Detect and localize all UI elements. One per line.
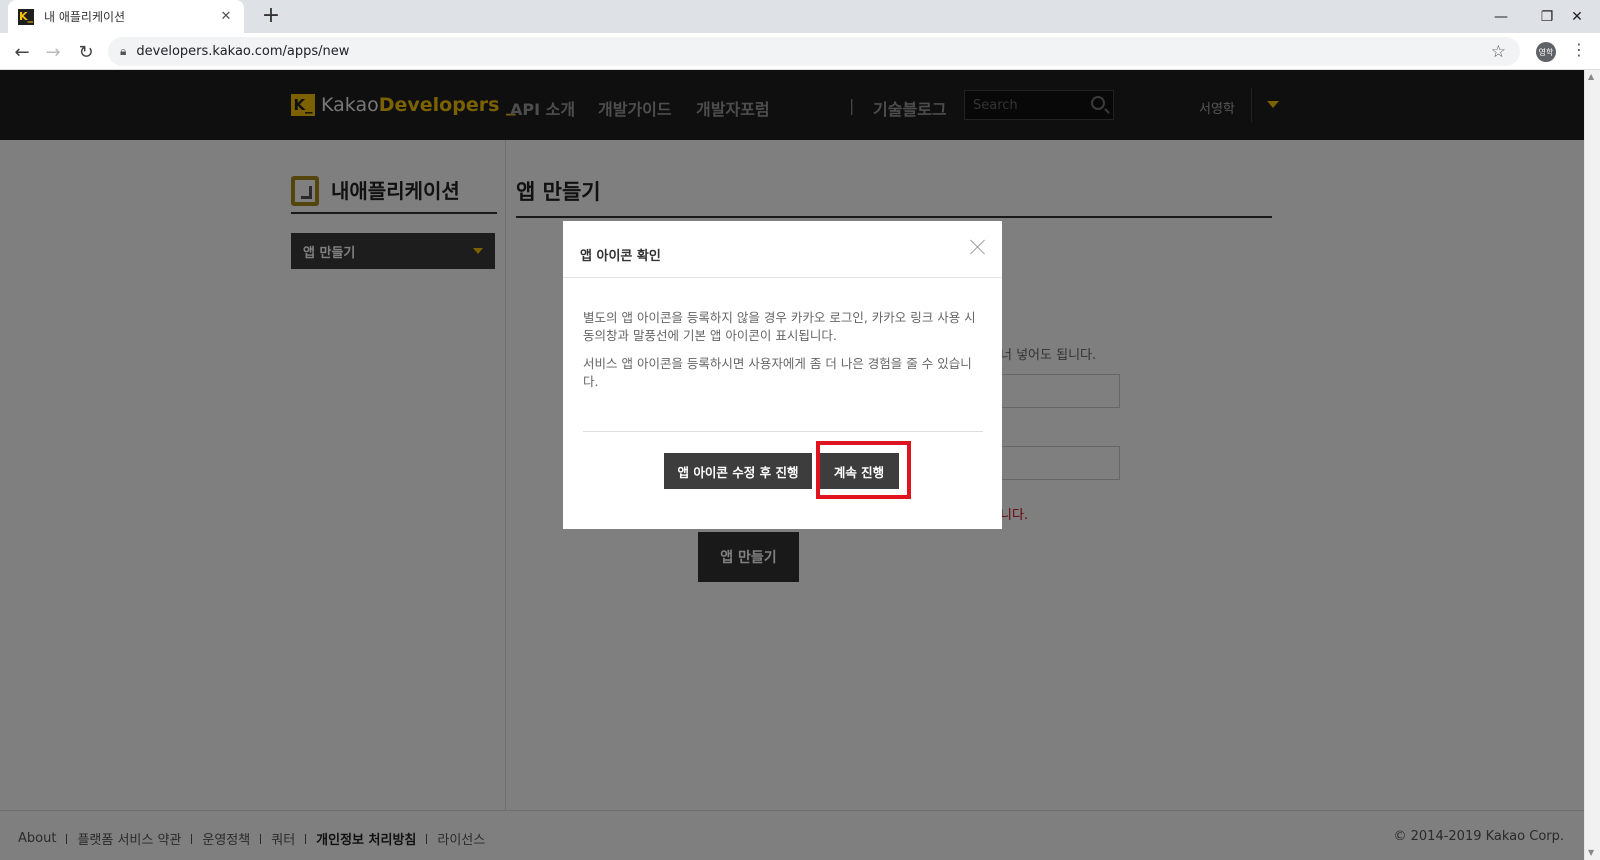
bookmark-star-icon[interactable]: ☆ [1491,42,1506,62]
scroll-up-icon[interactable]: ▲ [1588,72,1594,81]
url-text: developers.kakao.com/apps/new [136,44,350,59]
lock-icon: 🔒︎ [120,44,127,58]
dialog-message-2: 서비스 앱 아이콘을 등록하시면 사용자에게 좀 더 나은 경험을 줄 수 있습… [583,356,972,389]
edit-icon-then-continue-button[interactable]: 앱 아이콘 수정 후 진행 [664,453,812,489]
dialog-title: 앱 아이콘 확인 [580,249,661,264]
back-arrow-icon[interactable]: ← [9,39,35,65]
highlight-box [816,441,911,499]
app-icon-confirm-dialog: 앱 아이콘 확인 별도의 앱 아이콘을 등록하지 않을 경우 카카오 로그인, … [563,221,1002,529]
dialog-header: 앱 아이콘 확인 [563,221,1002,278]
dialog-body: 별도의 앱 아이콘을 등록하지 않을 경우 카카오 로그인, 카카오 링크 사용… [583,309,983,401]
new-tab-button[interactable]: + [259,4,283,28]
browser-menu-icon[interactable]: ⋮ [1571,40,1587,59]
reload-icon[interactable]: ↻ [73,39,99,65]
dialog-divider [583,431,983,432]
minimize-button[interactable]: — [1478,0,1524,33]
dialog-message-1: 별도의 앱 아이콘을 등록하지 않을 경우 카카오 로그인, 카카오 링크 사용… [583,310,976,343]
tab-title: 내 애플리케이션 [44,10,126,24]
browser-tab[interactable]: K_ 내 애플리케이션 ✕ [8,0,244,33]
address-bar[interactable]: 🔒︎ developers.kakao.com/apps/new ☆ [108,37,1520,66]
close-icon[interactable] [970,239,986,255]
profile-avatar[interactable]: 영학 [1536,42,1556,62]
kakao-favicon-icon: K_ [18,8,34,25]
window-close-button[interactable]: ✕ [1554,0,1600,33]
browser-tab-bar: K_ 내 애플리케이션 ✕ + — ❐ ✕ [0,0,1600,33]
scroll-down-icon[interactable]: ▼ [1588,848,1594,857]
forward-arrow-icon[interactable]: → [40,39,66,65]
page-scrollbar[interactable] [1584,70,1600,860]
tab-close-icon[interactable]: ✕ [218,9,234,24]
browser-toolbar: ← → ↻ 🔒︎ developers.kakao.com/apps/new ☆… [0,33,1600,70]
